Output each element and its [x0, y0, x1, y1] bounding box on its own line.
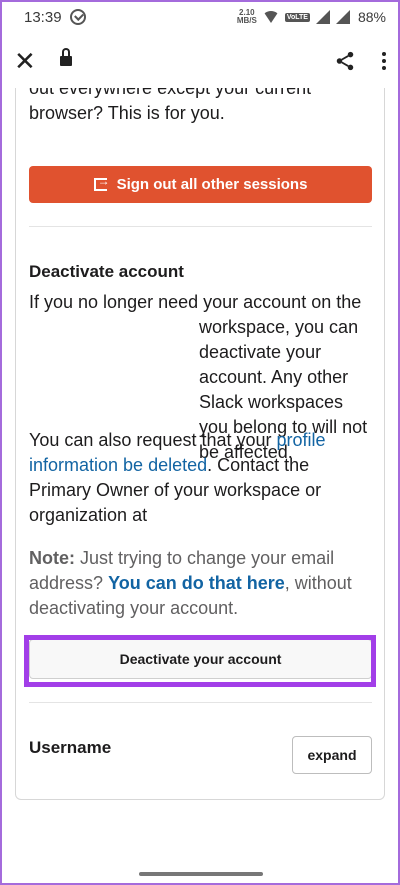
email-note: Note: Just trying to change your email a… [29, 548, 352, 618]
expand-username-button[interactable]: expand [292, 736, 372, 774]
close-icon[interactable]: ✕ [14, 48, 42, 74]
deactivate-heading: Deactivate account [29, 262, 184, 281]
delete-info-description: You can also request that your profile i… [29, 430, 326, 525]
signal-icon-2 [335, 10, 350, 24]
browser-toolbar: ✕ [0, 34, 400, 88]
status-time: 13:39 [24, 8, 62, 26]
battery-percent: 88% [357, 9, 386, 25]
signal-icon [315, 10, 330, 24]
sign-out-sessions-button[interactable]: Sign out all other sessions [29, 166, 372, 203]
sessions-description: out everywhere except your current brows… [29, 88, 312, 123]
check-circle-icon [69, 9, 86, 25]
sign-out-sessions-label: Sign out all other sessions [116, 176, 308, 193]
change-email-link[interactable]: You can do that here [108, 573, 285, 593]
settings-card: out everywhere except your current brows… [15, 88, 385, 800]
highlight-box [24, 635, 376, 687]
status-bar: 13:39 2.10 MB/S VoLTE 88% [0, 0, 400, 34]
more-options-icon[interactable] [382, 52, 386, 70]
share-icon[interactable] [334, 50, 356, 72]
sign-out-icon [93, 174, 110, 191]
volte-badge: VoLTE [284, 12, 310, 22]
username-label: Username [29, 738, 112, 757]
lock-icon[interactable] [60, 48, 72, 68]
wifi-icon [262, 11, 279, 23]
gesture-nav-handle[interactable] [139, 872, 263, 876]
section-divider-2 [29, 702, 372, 703]
status-indicators: 2.10 MB/S VoLTE 88% [236, 8, 386, 26]
section-divider [29, 226, 372, 227]
network-speed: 2.10 MB/S [236, 8, 257, 25]
toolbar-actions [334, 50, 386, 72]
